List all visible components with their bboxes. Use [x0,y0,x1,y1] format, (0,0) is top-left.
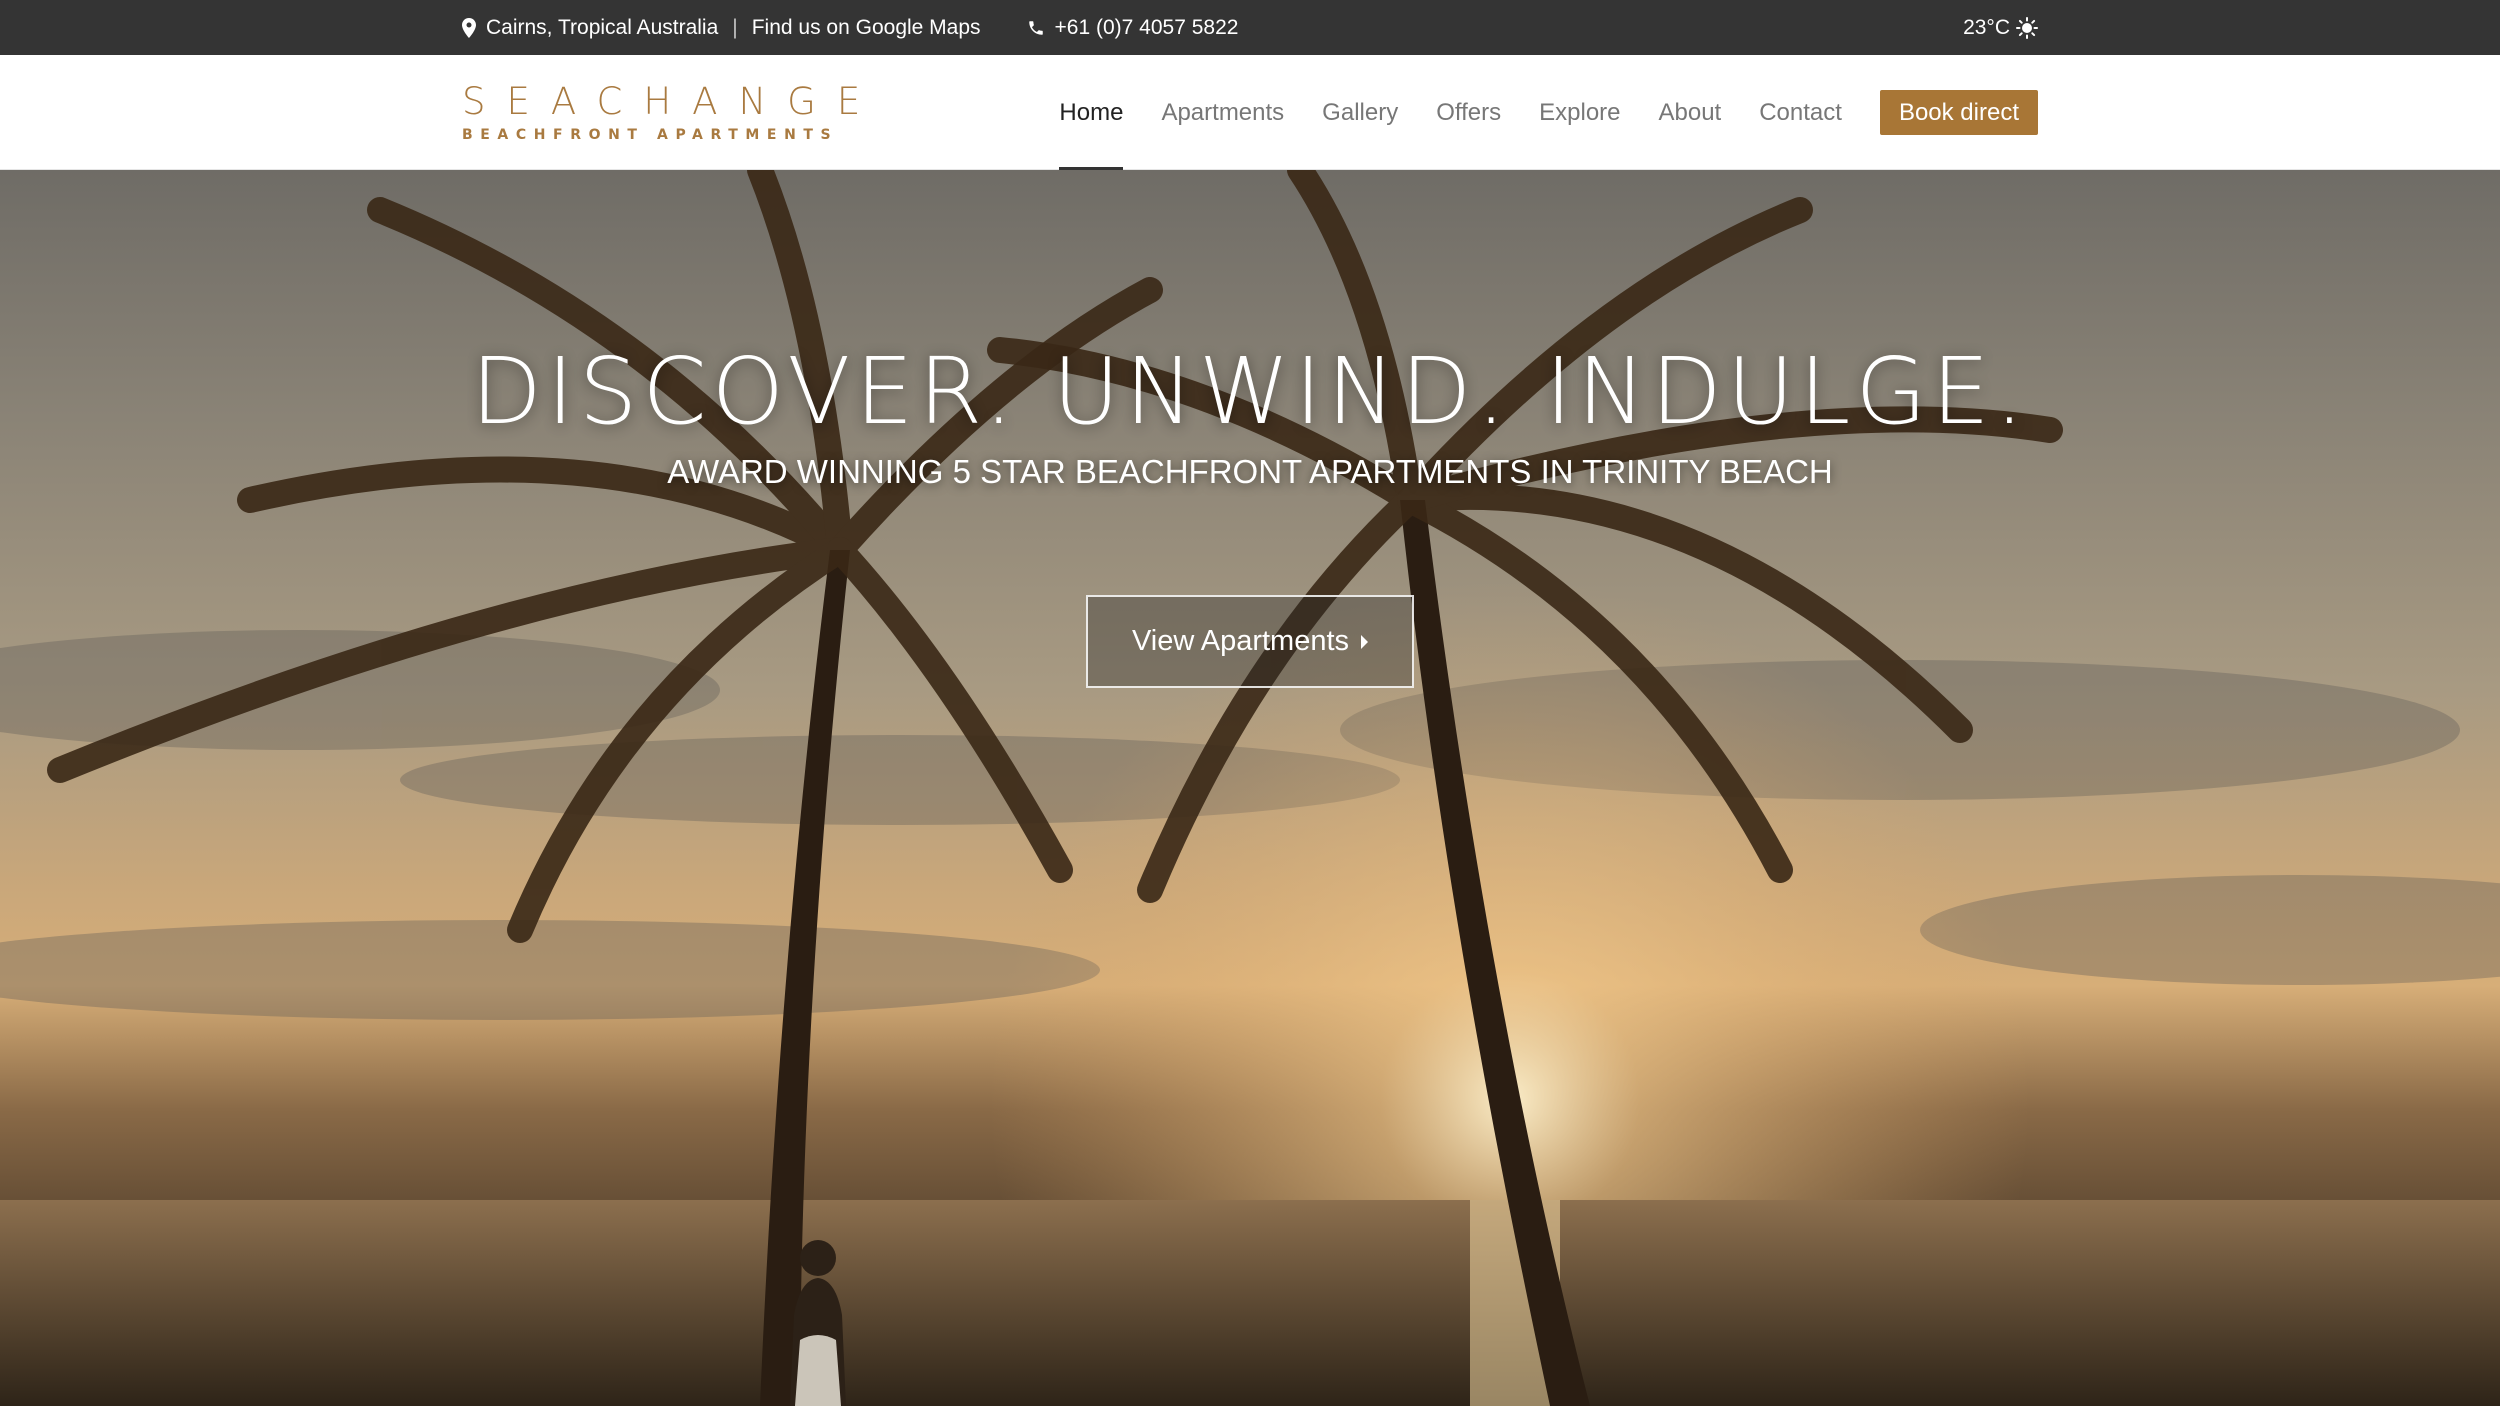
logo[interactable]: SEACHANGE BEACHFRONT APARTMENTS [462,83,881,142]
logo-wordmark: SEACHANGE [462,80,882,123]
nav-apartments[interactable]: Apartments [1161,55,1284,170]
nav-contact[interactable]: Contact [1759,55,1842,170]
nav-explore[interactable]: Explore [1539,55,1620,170]
phone-number: +61 (0)7 4057 5822 [1054,15,1239,39]
temperature: 23°C [1963,15,2010,39]
main-nav: Home Apartments Gallery Offers Explore A… [1059,55,2038,171]
google-maps-link[interactable]: Find us on Google Maps [752,16,981,40]
hero-section: DISCOVER. UNWIND. INDULGE. AWARD WINNING… [0,170,2500,1406]
nav-about[interactable]: About [1659,55,1722,170]
top-bar: Cairns, Tropical Australia | Find us on … [0,0,2500,55]
caret-right-icon [1361,634,1369,649]
book-direct-button[interactable]: Book direct [1879,90,2038,135]
view-apartments-label: View Apartments [1131,625,1350,657]
hero-subtitle: AWARD WINNING 5 STAR BEACHFRONT APARTMEN… [667,453,1833,490]
separator: | [732,15,738,39]
nav-gallery[interactable]: Gallery [1322,55,1398,170]
nav-home[interactable]: Home [1059,55,1124,171]
location-group: Cairns, Tropical Australia [462,16,718,40]
map-pin-icon [462,17,476,38]
phone-icon [1027,19,1045,37]
location-text: Cairns, Tropical Australia [486,15,719,39]
view-apartments-button[interactable]: View Apartments [1086,595,1414,688]
hero-title: DISCOVER. UNWIND. INDULGE. [470,338,2030,445]
logo-tagline: BEACHFRONT APARTMENTS [462,127,839,143]
weather-widget: 23°C [1963,16,2038,40]
sun-icon [2016,16,2038,39]
phone-link[interactable]: +61 (0)7 4057 5822 [1027,15,1239,40]
site-header: SEACHANGE BEACHFRONT APARTMENTS Home Apa… [0,55,2500,171]
nav-offers[interactable]: Offers [1436,55,1501,170]
